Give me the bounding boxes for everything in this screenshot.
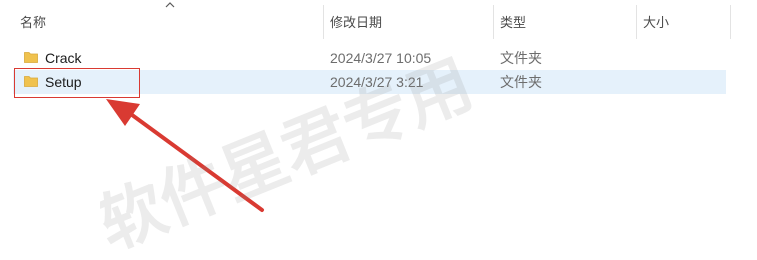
annotation-arrow-icon <box>106 99 264 212</box>
